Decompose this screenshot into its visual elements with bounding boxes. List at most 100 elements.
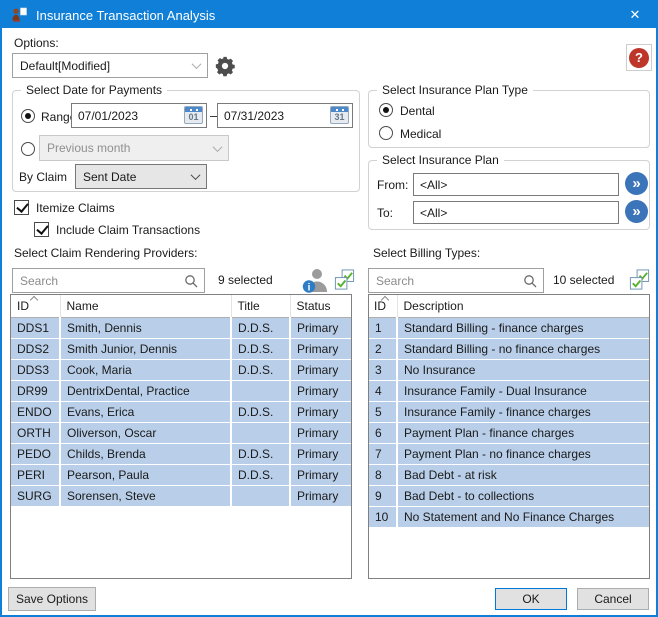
table-cell[interactable]: Bad Debt - to collections <box>397 485 649 506</box>
plan-to-field[interactable]: <All> <box>413 201 619 224</box>
table-row[interactable]: SURGSorensen, StevePrimary <box>11 485 351 506</box>
table-row[interactable]: DR99DentrixDental, Practice Primary <box>11 380 351 401</box>
table-cell[interactable]: DR99 <box>11 380 60 401</box>
cancel-button[interactable]: Cancel <box>577 588 649 610</box>
table-cell[interactable]: Primary <box>290 443 351 464</box>
table-row[interactable]: 3No Insurance <box>369 359 649 380</box>
options-combo[interactable]: Default[Modified] <box>12 53 208 78</box>
medical-radio[interactable] <box>379 126 393 140</box>
table-cell[interactable]: Insurance Family - Dual Insurance <box>397 380 649 401</box>
billing-select-all-icon[interactable] <box>628 268 651 292</box>
column-header-description[interactable]: Description <box>397 295 649 317</box>
ok-button[interactable]: OK <box>495 588 567 610</box>
table-row[interactable]: DDS3Cook, MariaD.D.S.Primary <box>11 359 351 380</box>
table-row[interactable]: DDS2Smith Junior, DennisD.D.S.Primary <box>11 338 351 359</box>
table-cell[interactable]: SURG <box>11 485 60 506</box>
table-cell[interactable]: ENDO <box>11 401 60 422</box>
table-cell[interactable]: Oliverson, Oscar <box>60 422 231 443</box>
table-cell[interactable]: Pearson, Paula <box>60 464 231 485</box>
table-row[interactable]: 9Bad Debt - to collections <box>369 485 649 506</box>
table-cell[interactable]: DDS2 <box>11 338 60 359</box>
calendar-icon[interactable]: 01 <box>184 106 203 124</box>
table-cell[interactable] <box>231 422 290 443</box>
table-cell[interactable]: 9 <box>369 485 397 506</box>
calendar-icon[interactable]: 31 <box>330 106 349 124</box>
table-row[interactable]: ORTHOliverson, Oscar Primary <box>11 422 351 443</box>
table-cell[interactable]: Childs, Brenda <box>60 443 231 464</box>
table-cell[interactable]: No Statement and No Finance Charges <box>397 506 649 527</box>
include-claim-transactions-checkbox[interactable] <box>34 222 49 237</box>
billing-search-input[interactable] <box>369 269 543 292</box>
table-cell[interactable]: Sorensen, Steve <box>60 485 231 506</box>
table-cell[interactable]: Smith Junior, Dennis <box>60 338 231 359</box>
table-cell[interactable]: Payment Plan - finance charges <box>397 422 649 443</box>
table-row[interactable]: 5Insurance Family - finance charges <box>369 401 649 422</box>
table-cell[interactable]: 5 <box>369 401 397 422</box>
help-button[interactable]: ? <box>626 44 652 71</box>
table-cell[interactable]: DDS3 <box>11 359 60 380</box>
save-options-button[interactable]: Save Options <box>8 587 96 611</box>
table-cell[interactable]: Primary <box>290 464 351 485</box>
table-cell[interactable]: 7 <box>369 443 397 464</box>
table-row[interactable]: 10No Statement and No Finance Charges <box>369 506 649 527</box>
table-cell[interactable]: Insurance Family - finance charges <box>397 401 649 422</box>
preset-period-combo[interactable]: Previous month <box>39 135 229 161</box>
providers-select-all-icon[interactable] <box>333 268 356 292</box>
table-cell[interactable]: Payment Plan - no finance charges <box>397 443 649 464</box>
preset-period-radio[interactable] <box>21 142 35 156</box>
table-cell[interactable]: Standard Billing - finance charges <box>397 317 649 338</box>
table-cell[interactable]: 10 <box>369 506 397 527</box>
table-cell[interactable]: DentrixDental, Practice <box>60 380 231 401</box>
table-row[interactable]: 1Standard Billing - finance charges <box>369 317 649 338</box>
table-row[interactable]: 8Bad Debt - at risk <box>369 464 649 485</box>
table-cell[interactable]: 8 <box>369 464 397 485</box>
by-claim-combo[interactable]: Sent Date <box>75 164 207 189</box>
column-header-id[interactable]: ID <box>369 295 397 317</box>
table-cell[interactable]: Primary <box>290 380 351 401</box>
providers-search-input[interactable] <box>13 269 204 292</box>
table-cell[interactable]: Primary <box>290 338 351 359</box>
table-row[interactable]: 6Payment Plan - finance charges <box>369 422 649 443</box>
table-cell[interactable]: Primary <box>290 359 351 380</box>
table-cell[interactable]: Standard Billing - no finance charges <box>397 338 649 359</box>
table-cell[interactable]: Primary <box>290 401 351 422</box>
table-cell[interactable]: DDS1 <box>11 317 60 338</box>
table-cell[interactable]: D.D.S. <box>231 338 290 359</box>
column-header-title[interactable]: Title <box>231 295 290 317</box>
table-row[interactable]: 2Standard Billing - no finance charges <box>369 338 649 359</box>
table-cell[interactable]: 1 <box>369 317 397 338</box>
table-row[interactable]: PERIPearson, PaulaD.D.S.Primary <box>11 464 351 485</box>
table-cell[interactable]: 4 <box>369 380 397 401</box>
table-cell[interactable]: ORTH <box>11 422 60 443</box>
table-cell[interactable] <box>231 485 290 506</box>
table-cell[interactable]: 2 <box>369 338 397 359</box>
table-row[interactable]: 7Payment Plan - no finance charges <box>369 443 649 464</box>
itemize-claims-checkbox[interactable] <box>14 200 29 215</box>
table-cell[interactable]: D.D.S. <box>231 443 290 464</box>
close-button[interactable]: ✕ <box>614 2 656 28</box>
column-header-id[interactable]: ID <box>11 295 60 317</box>
billing-listbox[interactable]: ID Description 1Standard Billing - finan… <box>368 294 650 579</box>
table-cell[interactable]: D.D.S. <box>231 359 290 380</box>
provider-info-icon[interactable]: i <box>300 265 330 295</box>
gear-icon[interactable] <box>214 55 236 77</box>
dental-radio[interactable] <box>379 103 393 117</box>
table-cell[interactable]: Bad Debt - at risk <box>397 464 649 485</box>
table-cell[interactable]: PERI <box>11 464 60 485</box>
range-radio[interactable] <box>21 109 35 123</box>
table-row[interactable]: PEDOChilds, BrendaD.D.S.Primary <box>11 443 351 464</box>
table-row[interactable]: 4Insurance Family - Dual Insurance <box>369 380 649 401</box>
table-cell[interactable] <box>231 380 290 401</box>
providers-listbox[interactable]: ID Name Title Status DDS1Smith, DennisD.… <box>10 294 352 579</box>
column-header-status[interactable]: Status <box>290 295 351 317</box>
column-header-name[interactable]: Name <box>60 295 231 317</box>
table-cell[interactable]: PEDO <box>11 443 60 464</box>
table-cell[interactable]: 3 <box>369 359 397 380</box>
table-cell[interactable]: Primary <box>290 422 351 443</box>
plan-to-picker-button[interactable]: » <box>625 200 648 223</box>
table-row[interactable]: DDS1Smith, DennisD.D.S.Primary <box>11 317 351 338</box>
plan-from-field[interactable]: <All> <box>413 173 619 196</box>
table-cell[interactable]: D.D.S. <box>231 464 290 485</box>
table-cell[interactable]: Evans, Erica <box>60 401 231 422</box>
table-cell[interactable]: Cook, Maria <box>60 359 231 380</box>
